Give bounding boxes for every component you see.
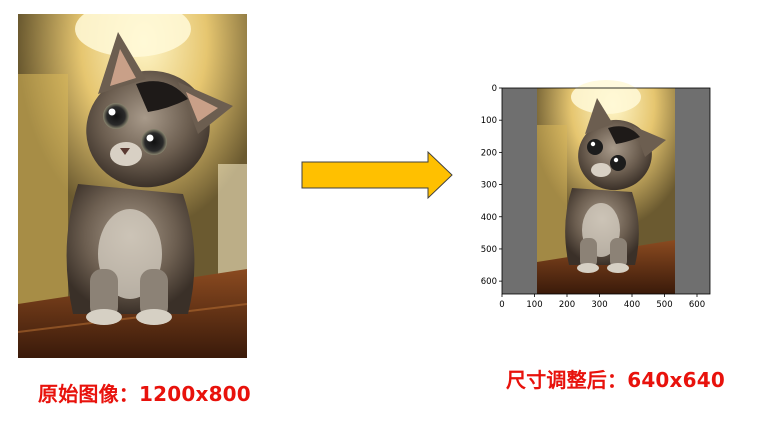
y-tick-label: 500	[481, 245, 497, 255]
x-tick-label: 600	[689, 300, 705, 310]
original-image	[18, 14, 247, 358]
y-tick-label: 600	[481, 277, 497, 287]
x-tick-label: 100	[526, 300, 542, 310]
right-padding-band	[675, 88, 710, 294]
y-axis: 0 100 200 300 400 500 600	[481, 84, 502, 287]
x-tick-label: 300	[591, 300, 607, 310]
x-tick-label: 0	[499, 300, 504, 310]
x-tick-label: 500	[656, 300, 672, 310]
resized-kitten-image	[537, 80, 675, 294]
x-tick-label: 200	[559, 300, 575, 310]
resized-size-caption: 尺寸调整后：640x640	[506, 368, 725, 392]
right-arrow-icon	[301, 150, 453, 200]
y-tick-label: 300	[481, 181, 497, 191]
y-tick-label: 100	[481, 116, 497, 126]
y-tick-label: 0	[492, 84, 497, 94]
x-tick-label: 400	[624, 300, 640, 310]
plot-image-area	[501, 80, 711, 295]
y-tick-label: 400	[481, 213, 497, 223]
x-axis: 0 100 200 300 400 500 600	[499, 294, 705, 310]
y-tick-label: 200	[481, 148, 497, 158]
left-padding-band	[502, 88, 537, 294]
resized-image-plot: 0 100 200 300 400 500 600 0 100 200 300 400 500 600	[481, 80, 711, 310]
original-size-caption: 原始图像：1200x800	[38, 382, 251, 406]
